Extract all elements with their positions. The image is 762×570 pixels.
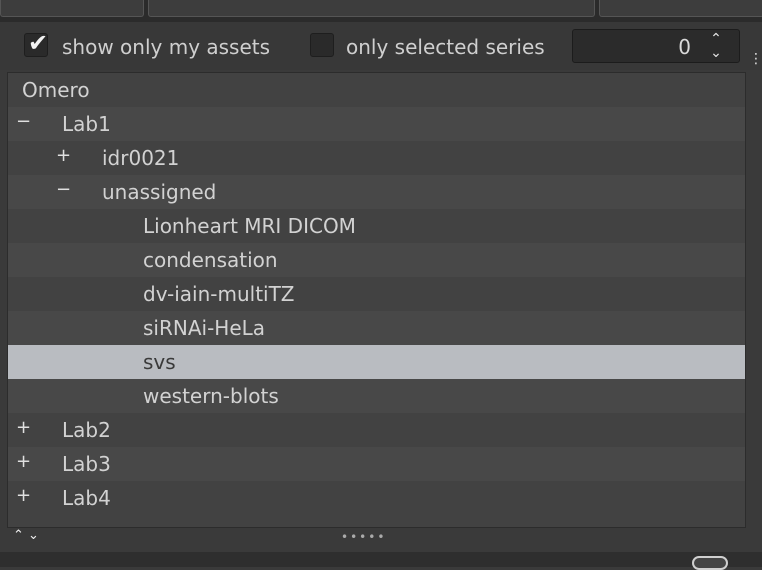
spinbox-value[interactable]: 0 (678, 35, 691, 59)
expand-icon[interactable]: + (56, 145, 71, 166)
show-only-my-assets-label[interactable]: show only my assets (62, 35, 270, 59)
tree-row-sirnai-hela[interactable]: siRNAi-HeLa (8, 311, 745, 345)
tree-row-label: idr0021 (102, 146, 180, 170)
expand-icon[interactable]: + (16, 485, 31, 506)
chevron-up-icon[interactable]: ⌃ (701, 32, 731, 46)
top-tab-strip (0, 0, 762, 22)
tree-row-label: condensation (143, 248, 278, 272)
bottom-strip (0, 552, 762, 567)
checkmark-icon: ✔ (28, 29, 49, 57)
tree-row-omero[interactable]: Omero (8, 73, 745, 107)
only-selected-series-checkbox[interactable] (310, 33, 334, 57)
tree-row-label: Lionheart MRI DICOM (143, 214, 356, 238)
show-only-my-assets-checkbox[interactable]: ✔ (24, 29, 48, 57)
resize-grip-icon[interactable]: ••••• (341, 530, 386, 544)
tree-row-western-blots[interactable]: western-blots (8, 379, 745, 413)
top-tab-segment[interactable] (599, 0, 762, 17)
tree-row-lab4[interactable]: + Lab4 (8, 481, 745, 515)
tree-row-dv-iain-multitz[interactable]: dv-iain-multiTZ (8, 277, 745, 311)
spinbox-arrows: ⌃ ⌄ (701, 32, 731, 60)
splitter-handle-icon[interactable]: ⋮ (749, 52, 762, 82)
tree-row-label: svs (143, 350, 176, 374)
collapse-icon[interactable]: − (16, 111, 31, 132)
tree-row-label: Omero (22, 78, 90, 102)
tree-row-label: Lab3 (62, 452, 111, 476)
tree-row-condensation[interactable]: condensation (8, 243, 745, 277)
tree-row-lab1[interactable]: − Lab1 (8, 107, 745, 141)
top-tab-segment[interactable] (148, 0, 595, 17)
tree-row-label: unassigned (102, 180, 217, 204)
tree-row-label: siRNAi-HeLa (143, 316, 266, 340)
tree-row-label: Lab4 (62, 486, 111, 510)
chevron-down-icon[interactable]: ⌄ (701, 46, 731, 60)
tree-row-label: Lab2 (62, 418, 111, 442)
tree-row-unassigned[interactable]: − unassigned (8, 175, 745, 209)
tree-row-label: western-blots (143, 384, 279, 408)
top-tab-segment[interactable] (0, 0, 144, 17)
tree-row-idr0021[interactable]: + idr0021 (8, 141, 745, 175)
tree-row-lionheart-mri-dicom[interactable]: Lionheart MRI DICOM (8, 209, 745, 243)
tree-row-lab2[interactable]: + Lab2 (8, 413, 745, 447)
tree-footer: ⌃ ⌄ ••••• (7, 528, 746, 550)
collapse-expand-arrows-icon[interactable]: ⌃ ⌄ (13, 528, 39, 543)
only-selected-series-label[interactable]: only selected series (346, 35, 545, 59)
asset-tree: Omero − Lab1 + idr0021 − unassigned Lion… (7, 72, 746, 528)
tree-row-lab3[interactable]: + Lab3 (8, 447, 745, 481)
collapse-icon[interactable]: − (56, 179, 71, 200)
tree-row-label: Lab1 (62, 112, 111, 136)
tree-row-label: dv-iain-multiTZ (143, 282, 295, 306)
series-spinbox[interactable]: 0 ⌃ ⌄ (572, 29, 740, 63)
expand-icon[interactable]: + (16, 417, 31, 438)
tree-row-svs-selected[interactable]: svs (8, 345, 745, 379)
expand-icon[interactable]: + (16, 451, 31, 472)
filter-toolbar: ✔ show only my assets only selected seri… (0, 22, 762, 70)
bottom-toggle-icon[interactable] (692, 556, 728, 570)
